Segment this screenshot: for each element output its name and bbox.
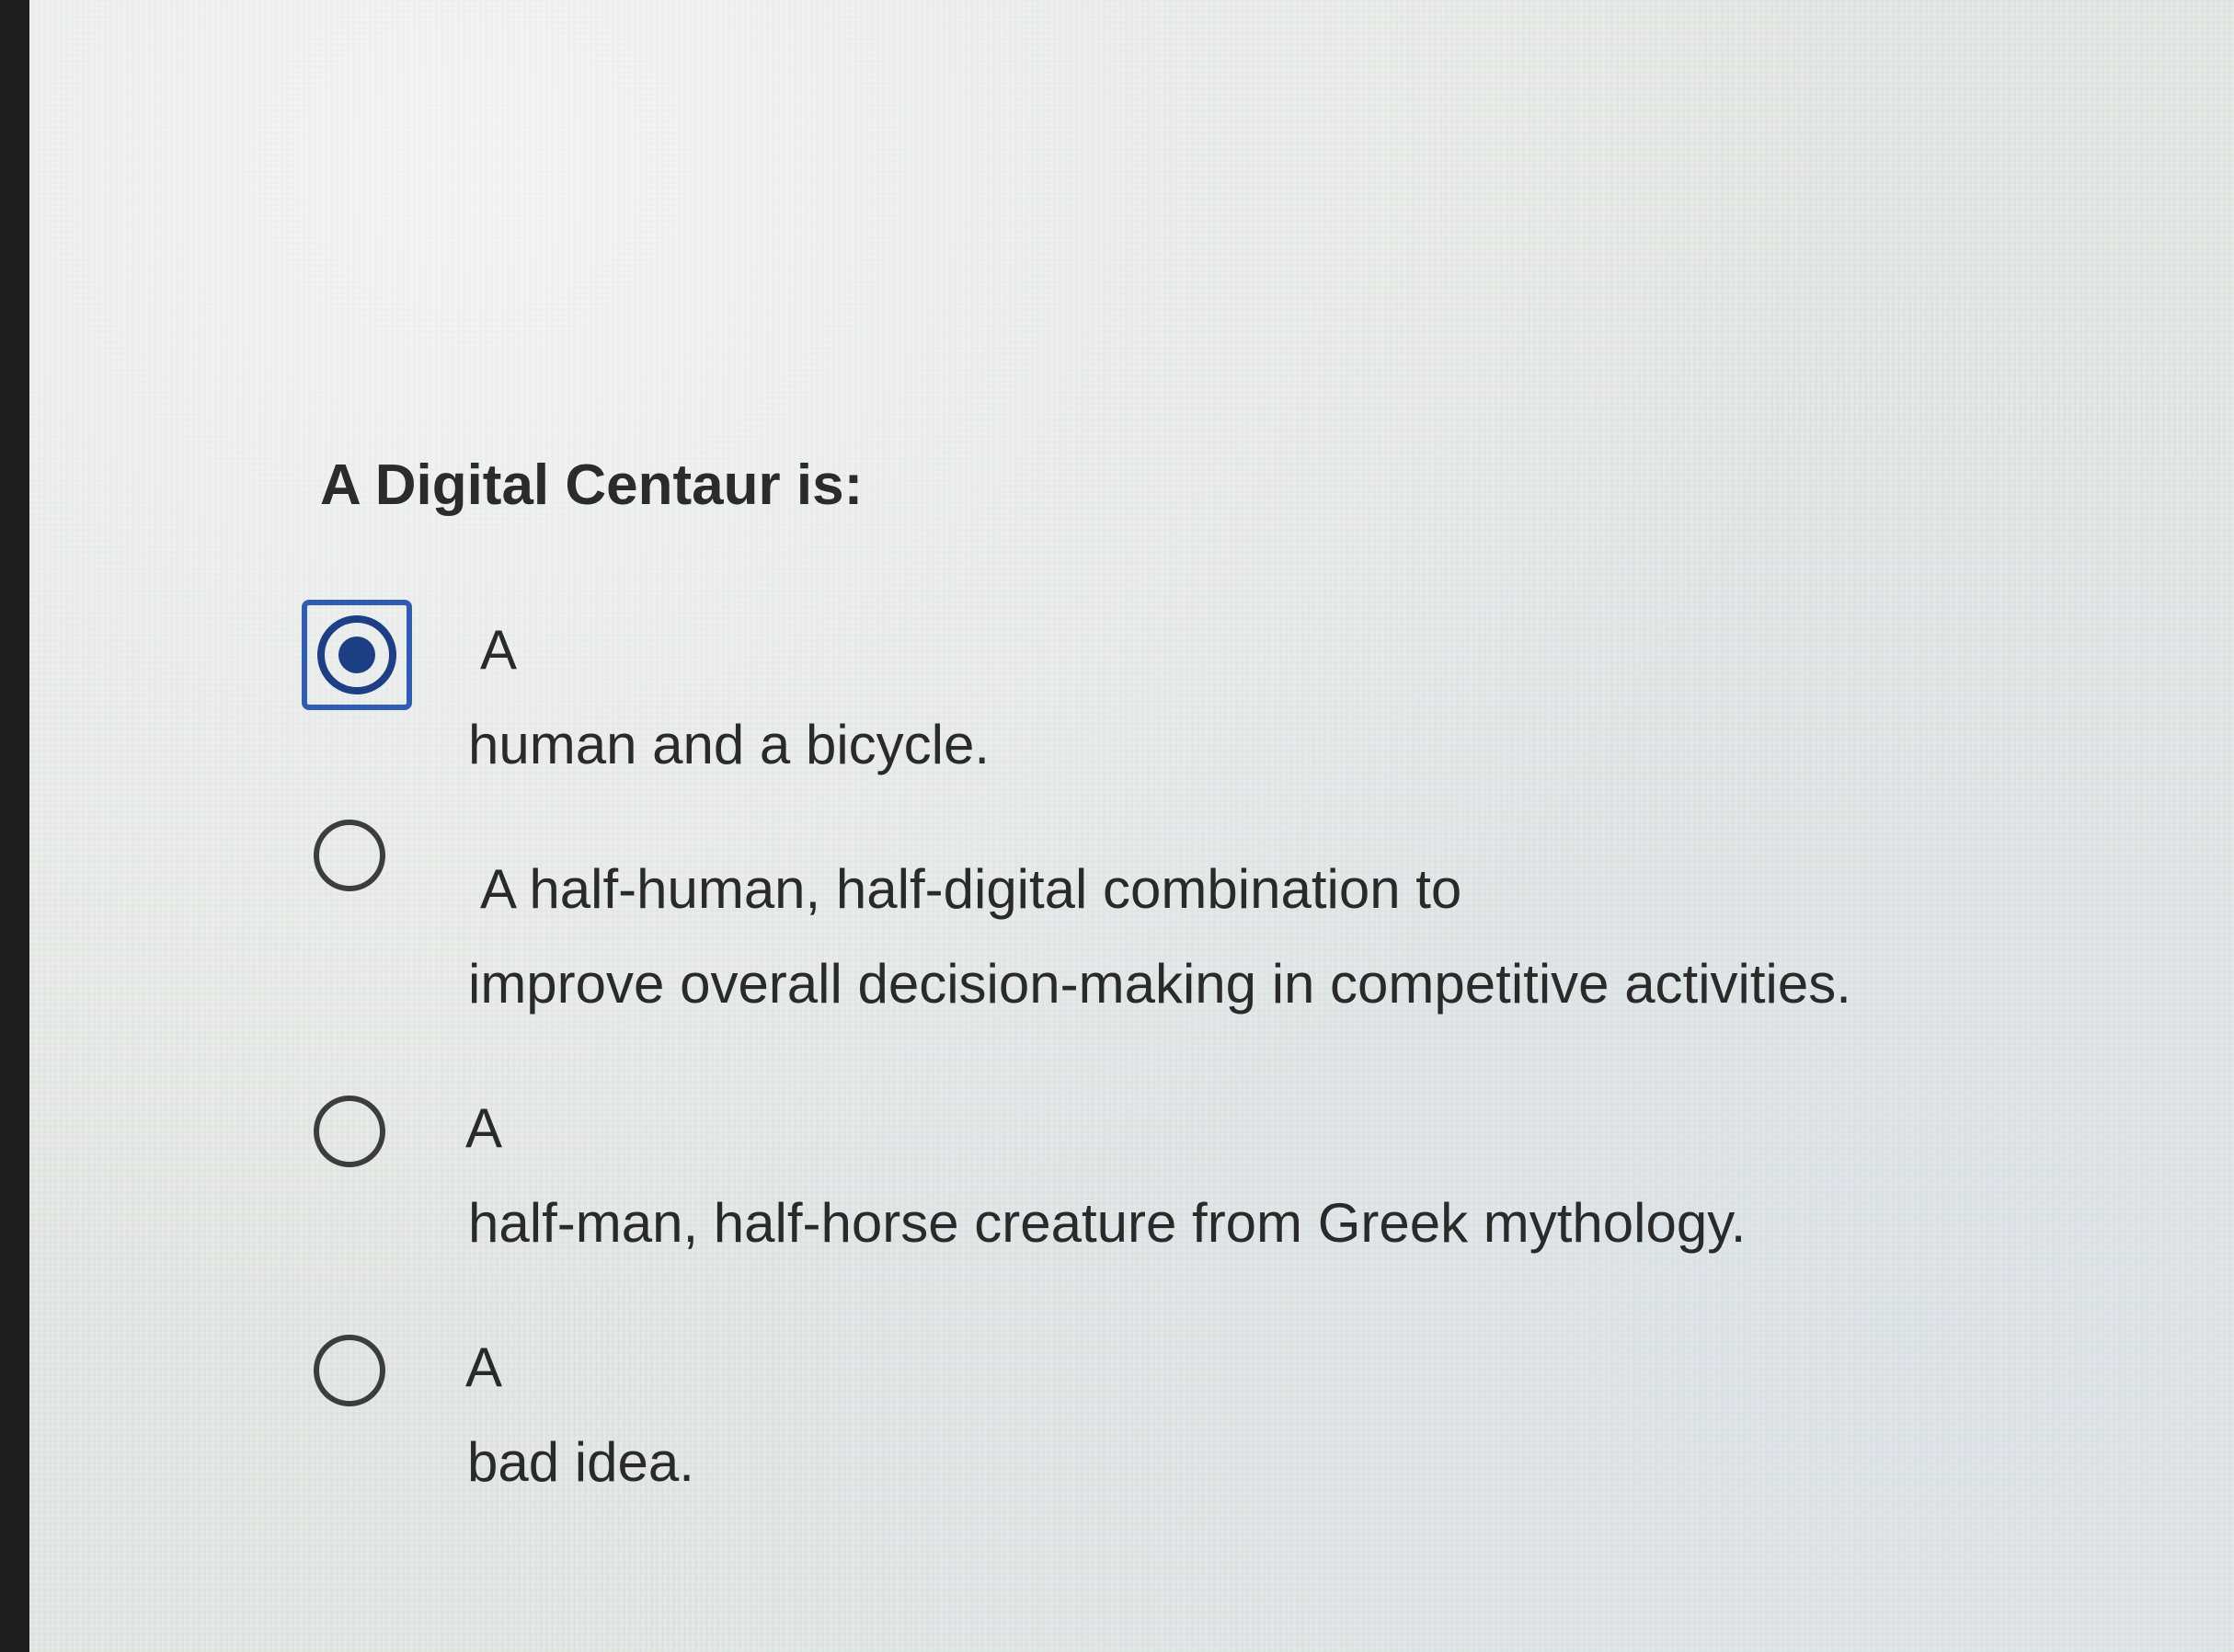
radio-button[interactable]: [314, 1335, 385, 1406]
quiz-screen: A Digital Centaur is: A human and a bicy…: [29, 0, 2234, 1652]
question-title: A Digital Centaur is:: [320, 453, 864, 517]
answer-option-1[interactable]: A human and a bicycle.: [29, 589, 2234, 791]
answer-option-2[interactable]: A half-human, half-digital combination t…: [29, 820, 2234, 1030]
answer-option-4-label-line2: bad idea.: [467, 1431, 694, 1493]
answer-option-3-label-line2: half-man, half-horse creature from Greek…: [468, 1192, 1747, 1254]
answer-option-2-label-line2: improve overall decision-making in compe…: [468, 953, 1851, 1015]
answer-option-1-label-line1: A: [480, 619, 518, 681]
answer-option-2-label-line1: A half-human, half-digital combination t…: [480, 858, 1462, 920]
answer-option-4-label-line1: A: [465, 1337, 503, 1398]
answer-option-4[interactable]: A bad idea.: [29, 1306, 2234, 1509]
radio-selected-dot: [338, 637, 375, 673]
radio-button[interactable]: [314, 820, 385, 891]
answer-option-3[interactable]: A half-man, half-horse creature from Gre…: [29, 1067, 2234, 1269]
radio-button-selected[interactable]: [317, 615, 396, 694]
answer-option-3-label-line1: A: [465, 1097, 503, 1159]
answer-option-1-label-line2: human and a bicycle.: [468, 714, 991, 775]
radio-focus-ring[interactable]: [302, 600, 412, 710]
radio-button[interactable]: [314, 1096, 385, 1167]
